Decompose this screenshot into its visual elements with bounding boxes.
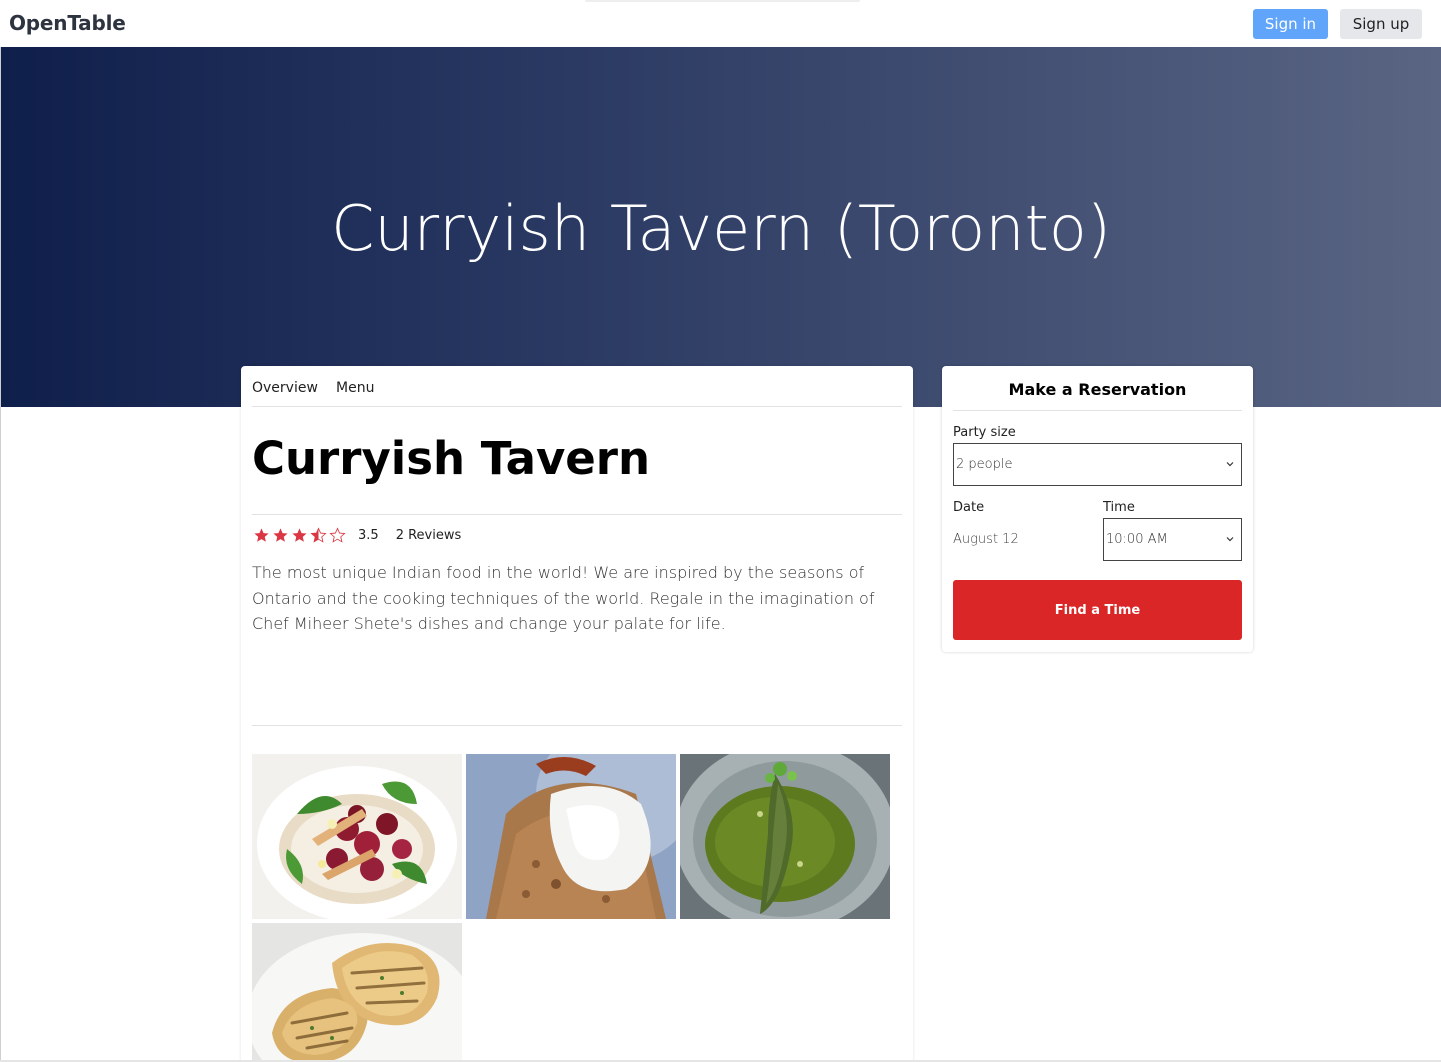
tab-menu[interactable]: Menu xyxy=(336,380,374,396)
divider xyxy=(252,514,902,515)
date-label: Date xyxy=(953,500,985,515)
brand-logo[interactable]: OpenTable xyxy=(9,11,126,35)
rating-value: 3.5 xyxy=(358,527,379,543)
hero-banner: Curryish Tavern (Toronto) xyxy=(1,47,1441,407)
star-empty-icon xyxy=(329,526,346,543)
time-value: 10:00 AM xyxy=(1106,532,1168,547)
time-label: Time xyxy=(1103,500,1135,515)
star-full-icon xyxy=(254,527,269,542)
reservation-title: Make a Reservation xyxy=(1008,380,1187,399)
divider xyxy=(953,410,1242,411)
sign-in-button[interactable]: Sign in xyxy=(1253,9,1328,39)
sign-up-button[interactable]: Sign up xyxy=(1340,9,1422,39)
star-half-icon xyxy=(310,526,327,543)
party-size-label: Party size xyxy=(953,425,1016,440)
star-full-icon xyxy=(273,527,288,542)
star-full-icon xyxy=(292,527,307,542)
navbar: OpenTable Sign in Sign up xyxy=(0,0,1441,47)
restaurant-name: Curryish Tavern xyxy=(252,432,651,485)
hero-title: Curryish Tavern (Toronto) xyxy=(331,192,1111,265)
poached-egg-crumble-photo[interactable] xyxy=(466,754,676,919)
chevron-down-icon xyxy=(1226,537,1234,542)
green-curry-fish-photo[interactable] xyxy=(680,754,890,919)
page-border xyxy=(0,47,1,1062)
time-select[interactable]: 10:00 AM xyxy=(1103,518,1242,561)
find-a-time-button[interactable]: Find a Time xyxy=(953,580,1242,640)
party-size-value: 2 people xyxy=(956,457,1013,472)
restaurant-card: Overview Menu Curryish Tavern 3.5 2 Revi… xyxy=(241,366,913,1062)
restaurant-tabs: Overview Menu xyxy=(252,366,902,407)
date-picker[interactable]: August 12 xyxy=(953,532,1019,547)
naan-bread-photo[interactable] xyxy=(252,923,462,1062)
divider xyxy=(252,725,902,726)
beet-salad-photo[interactable] xyxy=(252,754,462,919)
star-rating xyxy=(252,526,347,544)
tab-overview[interactable]: Overview xyxy=(252,380,318,396)
restaurant-description: The most unique Indian food in the world… xyxy=(252,563,875,633)
party-size-select[interactable]: 2 people xyxy=(953,443,1242,486)
nav-search-shadow xyxy=(585,0,860,2)
reservation-card: Make a Reservation Party size 2 people D… xyxy=(942,366,1253,652)
rating-row: 3.5 2 Reviews xyxy=(252,525,461,545)
review-count[interactable]: 2 Reviews xyxy=(396,528,462,543)
chevron-down-icon xyxy=(1226,462,1234,467)
